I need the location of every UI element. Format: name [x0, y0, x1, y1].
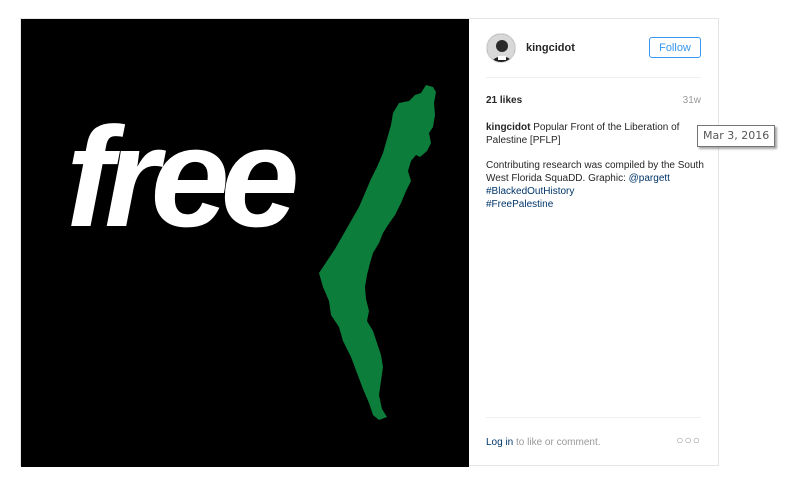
login-link[interactable]: Log in: [486, 437, 513, 448]
post-sidebar: kingcidot Follow 21 likes 31w kingcidot …: [469, 19, 718, 465]
more-dots-icon[interactable]: ○○○: [676, 433, 701, 447]
avatar[interactable]: [486, 33, 516, 63]
login-prompt: Log in to like or comment.: [486, 437, 601, 448]
caption-text-2: Contributing research was compiled by th…: [486, 160, 704, 184]
post-header: kingcidot Follow: [486, 33, 701, 65]
mention-link[interactable]: @pargett: [629, 173, 670, 184]
hashtag-link-1[interactable]: #BlackedOutHistory: [486, 186, 574, 197]
likes-count[interactable]: 21 likes: [486, 95, 522, 106]
caption-line-1: kingcidot Popular Front of the Liberatio…: [486, 121, 704, 147]
caption-area: kingcidot Popular Front of the Liberatio…: [486, 121, 704, 223]
username[interactable]: kingcidot: [526, 42, 575, 54]
follow-button[interactable]: Follow: [649, 37, 701, 58]
post-time[interactable]: 31w: [683, 95, 701, 106]
date-tooltip: Mar 3, 2016: [697, 125, 776, 147]
caption-line-2: Contributing research was compiled by th…: [486, 159, 704, 211]
free-word: free: [66, 98, 299, 257]
divider: [486, 417, 701, 418]
instagram-post: free kingcidot Follow 21 likes 31w kingc…: [20, 18, 719, 467]
hashtag-link-2[interactable]: #FreePalestine: [486, 199, 553, 210]
post-image[interactable]: free: [21, 19, 469, 467]
user-avatar-icon: [487, 34, 515, 62]
palestine-map-shape: [319, 85, 436, 420]
caption-username[interactable]: kingcidot: [486, 122, 530, 133]
login-suffix: to like or comment.: [513, 437, 601, 448]
divider: [486, 77, 701, 78]
